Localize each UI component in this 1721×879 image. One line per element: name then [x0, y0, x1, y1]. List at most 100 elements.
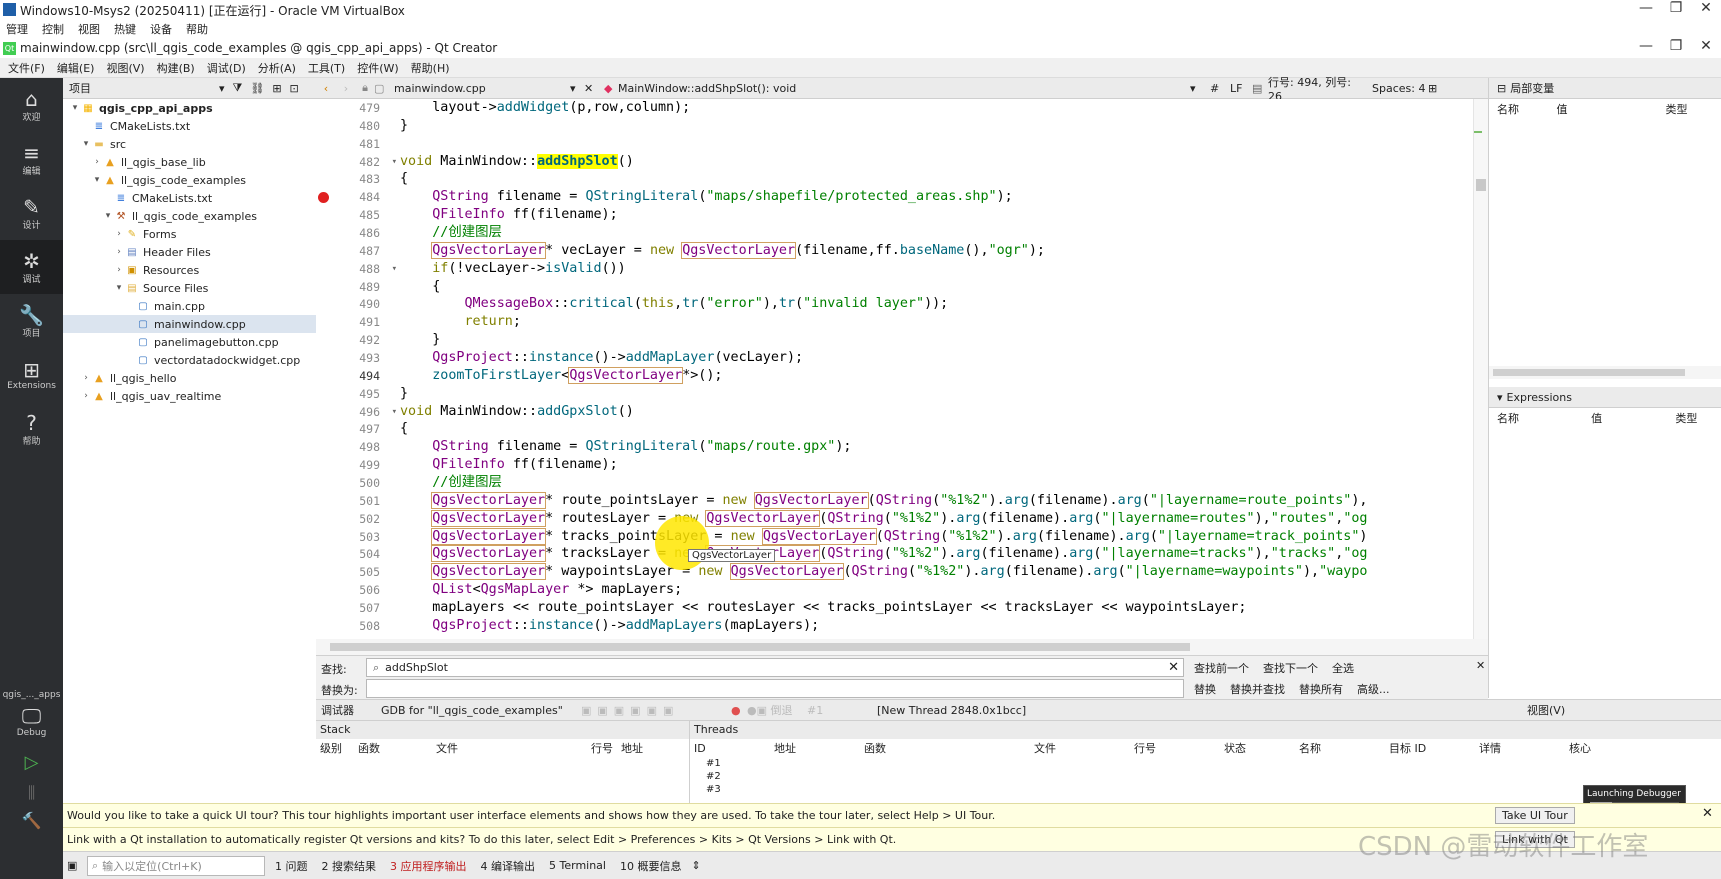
vbox-menu-item[interactable]: 热键 [114, 21, 136, 37]
thread-row[interactable]: #3 [706, 783, 1721, 796]
replace-button[interactable]: 替换并查找 [1230, 681, 1285, 697]
debugger-label[interactable]: 调试器 [321, 702, 381, 718]
column-header[interactable]: 地址 [770, 740, 860, 756]
expand-arrow-icon[interactable]: ▾ [113, 283, 125, 293]
code-line[interactable]: mapLayers << route_pointsLayer << routes… [400, 599, 1473, 617]
qt-menu-item[interactable]: 视图(V) [106, 60, 144, 76]
line-number[interactable]: 501 [316, 492, 400, 510]
debug-run-icon[interactable]: ⫼ [0, 783, 63, 803]
fold-icon[interactable]: ▾ [392, 157, 397, 167]
line-number[interactable]: 493 [316, 349, 400, 367]
output-tab[interactable]: 2 搜索结果 [322, 858, 377, 874]
qt-menu-item[interactable]: 控件(W) [357, 60, 398, 76]
scroll-thumb[interactable] [1476, 179, 1486, 191]
line-number[interactable]: 506 [316, 581, 400, 599]
qt-menu-item[interactable]: 分析(A) [258, 60, 296, 76]
column-header[interactable]: 目标 ID [1385, 740, 1475, 756]
code-line[interactable]: return; [400, 313, 1473, 331]
qt-menu-item[interactable]: 编辑(E) [57, 60, 95, 76]
restore-icon[interactable]: ❐ [1661, 0, 1691, 16]
line-number[interactable]: 483 [316, 170, 400, 188]
fold-icon[interactable]: ▾ [392, 407, 397, 417]
line-number[interactable]: 502 [316, 510, 400, 528]
link-icon[interactable]: ⛓ [250, 82, 264, 95]
column-header[interactable]: 详情 [1475, 740, 1565, 756]
tree-item[interactable]: ▾ ▬ src [63, 135, 316, 153]
line-number[interactable]: 504 [316, 545, 400, 563]
vbox-menu-item[interactable]: 视图 [78, 21, 100, 37]
code-line[interactable]: zoomToFirstLayer<QgsVectorLayer*>(); [400, 366, 1473, 385]
output-tab[interactable]: 5 Terminal [549, 859, 606, 872]
expand-arrow-icon[interactable]: › [113, 265, 125, 275]
code-line[interactable]: if(!vecLayer->isValid()) [400, 260, 1473, 278]
open-file-selector[interactable]: mainwindow.cpp [388, 82, 570, 95]
line-number[interactable]: 486 [316, 224, 400, 242]
tree-item[interactable]: ▢ panelimagebutton.cpp [63, 333, 316, 351]
qt-menu-item[interactable]: 帮助(H) [411, 60, 450, 76]
code-line[interactable]: layout->addWidget(p,row,column); [400, 99, 1473, 117]
tree-item[interactable]: ▾ ▦ qgis_cpp_api_apps [63, 99, 316, 117]
close-find-icon[interactable]: ✕ [1476, 659, 1485, 672]
vbox-menu-item[interactable]: 控制 [42, 21, 64, 37]
tree-item[interactable]: ▢ main.cpp [63, 297, 316, 315]
view-menu[interactable]: 视图(V) [1527, 702, 1565, 718]
symbol-dropdown-icon[interactable]: ▾ [1190, 82, 1210, 95]
line-number[interactable]: 489 [316, 278, 400, 296]
close-tour-icon[interactable]: ✕ [1702, 806, 1713, 821]
more-tabs-icon[interactable]: ⇕ [691, 859, 700, 872]
qt-menu-item[interactable]: 文件(F) [8, 60, 45, 76]
code-line[interactable]: { [400, 420, 1473, 438]
line-number[interactable]: 487 [316, 242, 400, 260]
code-line[interactable]: { [400, 170, 1473, 188]
back-icon[interactable]: ‹ [316, 82, 336, 95]
line-number[interactable]: 482 ▾ [316, 153, 400, 171]
qt-minimize-icon[interactable]: — [1631, 38, 1661, 54]
hash-label[interactable]: # [1210, 82, 1230, 95]
tree-item[interactable]: ▢ mainwindow.cpp [63, 315, 316, 333]
code-line[interactable]: QList<QgsMapLayer *> mapLayers; [400, 581, 1473, 599]
qt-menu-item[interactable]: 构建(B) [157, 60, 195, 76]
line-number[interactable]: 499 [316, 456, 400, 474]
code-line[interactable]: } [400, 117, 1473, 135]
project-view-selector[interactable]: 项目 [69, 80, 219, 96]
code-line[interactable]: QgsVectorLayer* route_pointsLayer = new … [400, 491, 1473, 510]
line-number[interactable]: 503 [316, 528, 400, 546]
threads-pane[interactable]: Threads ID 地址 函数 文件 行号 状态 名称 目标 ID 详情 核心 #1 #2 #3 [690, 721, 1721, 803]
line-number[interactable]: 496 ▾ [316, 403, 400, 421]
output-tab[interactable]: 4 编译输出 [481, 858, 536, 874]
code-line[interactable]: QgsVectorLayer* routesLayer = new QgsVec… [400, 509, 1473, 528]
toggle-sidebar-icon[interactable]: ▣ [67, 859, 87, 872]
line-number[interactable]: 488 ▾ [316, 260, 400, 278]
find-button[interactable]: 查找下一个 [1263, 660, 1318, 676]
tree-item[interactable]: › ▣ Resources [63, 261, 316, 279]
code-line[interactable]: //创建图层 [400, 224, 1473, 242]
mode-帮助[interactable]: ? 帮助 [0, 402, 63, 456]
column-header[interactable]: 行号 [587, 740, 617, 756]
expand-arrow-icon[interactable]: › [91, 157, 103, 167]
vbox-menu-item[interactable]: 设备 [150, 21, 172, 37]
dropdown-icon[interactable]: ▾ [219, 82, 225, 95]
code-line[interactable]: QgsVectorLayer* tracksLayer = new QgsVec… [400, 545, 1473, 563]
find-button[interactable]: 全选 [1332, 660, 1354, 676]
code-line[interactable]: void MainWindow::addShpSlot() [400, 153, 1473, 171]
build-icon[interactable]: 🔨 [0, 811, 63, 830]
build-mode[interactable]: Debug [0, 728, 63, 738]
vbox-menu-item[interactable]: 管理 [6, 21, 28, 37]
code-line[interactable]: //创建图层 [400, 474, 1473, 492]
line-number[interactable]: 495 [316, 385, 400, 403]
line-number[interactable]: 492 [316, 331, 400, 349]
code-line[interactable]: } [400, 331, 1473, 349]
code-line[interactable]: QgsVectorLayer* waypointsLayer = new Qgs… [400, 563, 1473, 581]
kit-name[interactable]: qgis_..._apps [0, 690, 63, 700]
column-header[interactable]: 名称 [1295, 740, 1385, 756]
vbox-menu-item[interactable]: 帮助 [186, 21, 208, 37]
code-line[interactable]: QFileInfo ff(filename); [400, 456, 1473, 474]
line-number[interactable]: 479 [316, 99, 400, 117]
mode-编辑[interactable]: ≡ 编辑 [0, 132, 63, 186]
filter-icon[interactable]: ⧩ [233, 81, 243, 95]
code-line[interactable]: { [400, 278, 1473, 296]
column-header[interactable]: 文件 [1030, 740, 1130, 756]
column-header[interactable]: 行号 [1130, 740, 1220, 756]
column-header[interactable]: 名称 [1493, 410, 1587, 426]
mode-欢迎[interactable]: ⌂ 欢迎 [0, 78, 63, 132]
